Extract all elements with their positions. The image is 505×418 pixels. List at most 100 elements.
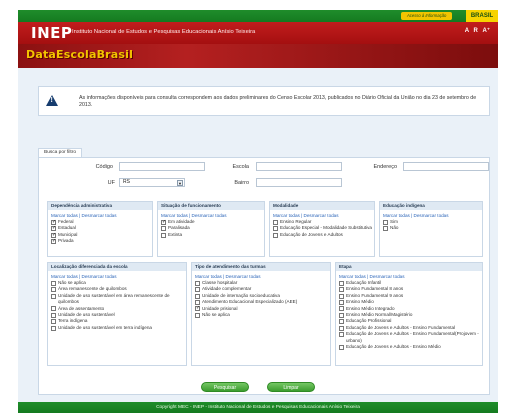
data-escola-brasil-logo[interactable]: DataEscolaBrasil: [26, 48, 133, 61]
option-list: Sim Não: [380, 219, 482, 232]
checkbox[interactable]: [51, 225, 56, 232]
checkbox[interactable]: [51, 287, 56, 293]
checkbox[interactable]: [339, 287, 344, 293]
checkbox[interactable]: [51, 219, 56, 225]
checkbox[interactable]: [195, 293, 200, 299]
warning-icon: [46, 95, 58, 106]
checkbox[interactable]: [339, 331, 344, 337]
option-list: Não se aplica Área remanescente de quilom…: [48, 280, 186, 331]
clear-button[interactable]: Limpar: [267, 382, 315, 392]
inep-logo[interactable]: INEP: [31, 25, 72, 41]
checkbox[interactable]: [161, 232, 166, 238]
panel-localizacao: Localização diferenciada da escola Marca…: [47, 262, 187, 366]
checkbox[interactable]: [195, 305, 200, 312]
checkbox[interactable]: [51, 293, 56, 299]
endereco-label: Endereço: [373, 164, 397, 170]
inep-header: INEP Instituto Nacional de Estudos e Pes…: [18, 22, 498, 44]
mark-all-links[interactable]: Marcar todas | Desmarcar todas: [270, 210, 374, 219]
font-size-controls: A R A⁺: [462, 27, 490, 34]
mark-all-links[interactable]: Marcar todas | Desmarcar todas: [192, 271, 330, 280]
checkbox[interactable]: [51, 306, 56, 312]
checkbox[interactable]: [383, 219, 388, 225]
checkbox[interactable]: [51, 232, 56, 238]
checkbox[interactable]: [51, 280, 56, 286]
checkbox[interactable]: [51, 325, 56, 331]
checkbox[interactable]: [383, 226, 388, 232]
checkbox-option[interactable]: Educação de Jovens e Adultos - Ensino Fu…: [336, 331, 482, 344]
panel-situacao: Situação de funcionamento Marcar todas |…: [157, 201, 265, 257]
escola-input[interactable]: [256, 162, 342, 171]
checkbox[interactable]: [195, 312, 200, 318]
checkbox[interactable]: [273, 232, 278, 238]
panel-title: Situação de funcionamento: [158, 202, 264, 210]
checkbox[interactable]: [339, 299, 344, 305]
checkbox[interactable]: [339, 293, 344, 299]
checkbox-option[interactable]: Não se aplica: [192, 312, 330, 318]
bairro-input[interactable]: [256, 178, 342, 187]
checkbox[interactable]: [339, 319, 344, 325]
mark-all-links[interactable]: Marcar todas | Desmarcar todas: [158, 210, 264, 219]
panel-etapa: Etapa Marcar todas | Desmarcar todas Edu…: [335, 262, 483, 366]
uf-label: UF: [107, 180, 115, 186]
mark-all-links[interactable]: Marcar todas | Desmarcar todas: [48, 271, 186, 280]
panel-title: Educação indígena: [380, 202, 482, 210]
access-information-link[interactable]: Acesso à Informação: [401, 12, 453, 20]
checkbox-label: Unidade de uso sustentável em área reman…: [58, 292, 170, 305]
endereco-input[interactable]: [403, 162, 489, 171]
checkbox-option[interactable]: Unidade de uso sustentável em terra indí…: [48, 325, 186, 331]
font-increase-button[interactable]: A⁺: [483, 28, 491, 34]
font-reset-button[interactable]: R: [473, 28, 477, 34]
escola-label: Escola: [232, 164, 249, 170]
font-default-button[interactable]: A: [465, 28, 469, 34]
checkbox[interactable]: [195, 287, 200, 293]
checkbox[interactable]: [339, 344, 344, 350]
panel-dependencia: Dependência administrativa Marcar todas …: [47, 201, 153, 257]
codigo-input[interactable]: [119, 162, 205, 171]
filter-form: Código Escola Endereço UF RS ▼ Bairro De…: [38, 157, 490, 395]
checkbox-label: Educação de Jovens e Adultos - Ensino Mé…: [346, 344, 441, 350]
panel-title: Localização diferenciada da escola: [48, 263, 186, 271]
checkbox-label: Privada: [58, 238, 74, 244]
mark-all-links[interactable]: Marcar todas | Desmarcar todas: [48, 210, 152, 219]
checkbox[interactable]: [339, 280, 344, 286]
option-list: Educação Infantil Ensino Fundamental 8 an…: [336, 280, 482, 350]
checkbox[interactable]: [161, 219, 166, 225]
chevron-down-icon[interactable]: ▼: [177, 180, 183, 186]
panel-title: Etapa: [336, 263, 482, 271]
search-button[interactable]: Pesquisar: [201, 382, 249, 392]
checkbox-label: Extinta: [168, 231, 183, 237]
checkbox-label: Não: [390, 225, 399, 231]
checkbox[interactable]: [339, 325, 344, 331]
checkbox-option[interactable]: Educação de Jovens e Adultos: [270, 232, 374, 238]
panel-atendimento: Tipo de atendimento das turmas Marcar to…: [191, 262, 331, 366]
tab-filter-search[interactable]: Busca por filtro: [38, 148, 82, 157]
bairro-label: Bairro: [234, 180, 249, 186]
option-list: Ensino Regular Educação Especial - Modali…: [270, 219, 374, 238]
checkbox[interactable]: [339, 312, 344, 318]
checkbox[interactable]: [51, 238, 56, 244]
uf-select[interactable]: RS ▼: [119, 178, 185, 187]
mark-all-links[interactable]: Marcar todas | Desmarcar todas: [336, 271, 482, 280]
checkbox-option[interactable]: Unidade de uso sustentável em área reman…: [48, 293, 186, 306]
checkbox-option[interactable]: Privada: [48, 238, 152, 244]
mark-all-links[interactable]: Marcar todas | Desmarcar todas: [380, 210, 482, 219]
checkbox-option[interactable]: Educação de Jovens e Adultos - Ensino Mé…: [336, 344, 482, 350]
checkbox[interactable]: [339, 306, 344, 312]
checkbox[interactable]: [195, 280, 200, 286]
checkbox-option[interactable]: Não: [380, 225, 482, 232]
checkbox[interactable]: [51, 319, 56, 325]
checkbox[interactable]: [195, 299, 200, 305]
checkbox[interactable]: [51, 312, 56, 318]
checkbox[interactable]: [161, 226, 166, 232]
panel-title: Modalidade: [270, 202, 374, 210]
checkbox[interactable]: [273, 219, 278, 225]
brasil-logo[interactable]: BRASIL: [466, 10, 498, 22]
checkbox-label: Não se aplica: [202, 312, 230, 318]
option-list: Em atividadeParalisadaExtinta: [158, 219, 264, 238]
checkbox[interactable]: [273, 226, 278, 232]
page: Acesso à Informação BRASIL INEP Institut…: [0, 0, 505, 418]
panel-title: Dependência administrativa: [48, 202, 152, 210]
institute-name: Instituto Nacional de Estudos e Pesquisa…: [72, 29, 256, 35]
checkbox-label: Educação de Jovens e Adultos - Ensino Fu…: [346, 331, 479, 343]
checkbox-option[interactable]: Extinta: [158, 232, 264, 238]
